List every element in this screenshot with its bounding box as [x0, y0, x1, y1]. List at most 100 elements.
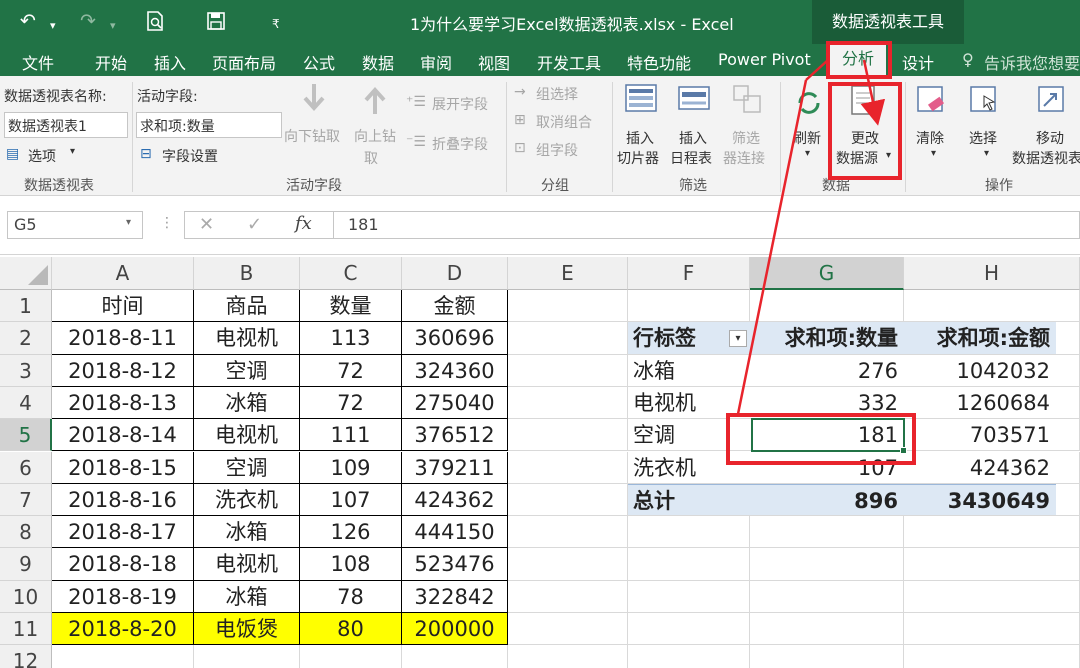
source-header-cell[interactable]: 金额	[402, 290, 508, 323]
pivot-header-cell[interactable]: 求和项:金额	[904, 322, 1056, 355]
pivot-data-cell[interactable]: 181	[750, 419, 904, 452]
source-data-cell[interactable]: 126	[300, 516, 402, 549]
grid-cell[interactable]	[750, 580, 904, 613]
grid-cell[interactable]	[508, 451, 628, 484]
source-data-cell[interactable]: 360696	[402, 322, 508, 355]
group-field-button[interactable]: 组字段	[536, 140, 578, 160]
pivot-data-cell[interactable]: 276	[750, 354, 904, 387]
grid-cell[interactable]	[300, 645, 402, 668]
grid-cell[interactable]	[508, 580, 628, 613]
source-data-cell[interactable]: 2018-8-20	[52, 613, 194, 646]
pivot-data-cell[interactable]: 电视机	[628, 386, 750, 420]
column-header[interactable]: A	[52, 257, 194, 290]
change-data-source-button[interactable]: 更改	[851, 128, 879, 148]
options-button[interactable]: 选项	[28, 146, 56, 166]
source-data-cell[interactable]: 电饭煲	[194, 613, 300, 646]
save-icon[interactable]	[206, 11, 226, 31]
source-data-cell[interactable]: 洗衣机	[194, 483, 300, 517]
grid-cell[interactable]	[628, 613, 750, 646]
source-data-cell[interactable]: 200000	[402, 613, 508, 646]
source-data-cell[interactable]: 2018-8-15	[52, 451, 194, 484]
row-header[interactable]: 3	[0, 354, 52, 387]
source-data-cell[interactable]: 空调	[194, 354, 300, 387]
select-button[interactable]: 选择	[969, 128, 997, 148]
redo-dropdown-icon[interactable]: ▾	[110, 14, 116, 38]
name-box[interactable]: G5	[7, 211, 143, 239]
column-header[interactable]: C	[300, 257, 402, 290]
grid-cell[interactable]	[750, 613, 904, 646]
row-header[interactable]: 5	[0, 419, 52, 452]
grid-cell[interactable]	[904, 580, 1080, 613]
source-data-cell[interactable]: 275040	[402, 386, 508, 420]
pivot-data-cell[interactable]: 332	[750, 386, 904, 420]
grid-cell[interactable]	[904, 290, 1080, 323]
grid-cell[interactable]	[508, 386, 628, 420]
pivot-data-cell[interactable]: 424362	[904, 451, 1056, 484]
refresh-dropdown-icon[interactable]: ▾	[805, 148, 810, 159]
grid-cell[interactable]	[508, 419, 628, 452]
source-header-cell[interactable]: 商品	[194, 290, 300, 323]
source-data-cell[interactable]: 2018-8-19	[52, 580, 194, 613]
source-data-cell[interactable]: 113	[300, 322, 402, 355]
source-data-cell[interactable]: 424362	[402, 483, 508, 517]
column-header[interactable]: B	[194, 257, 300, 290]
timeline-icon[interactable]	[677, 82, 711, 116]
row-header[interactable]: 10	[0, 580, 52, 613]
move-pivottable-icon[interactable]	[1036, 84, 1070, 118]
select-icon[interactable]	[968, 84, 1002, 118]
grid-cell[interactable]	[508, 645, 628, 668]
select-dropdown-icon[interactable]: ▾	[984, 148, 989, 159]
tab-special[interactable]: 特色功能	[627, 50, 691, 74]
formula-input[interactable]: 181	[334, 211, 1080, 239]
group-field-icon[interactable]: ⊡	[514, 140, 526, 156]
column-header[interactable]: E	[508, 257, 628, 290]
move-pivottable-button[interactable]: 移动	[1036, 128, 1064, 148]
source-data-cell[interactable]: 78	[300, 580, 402, 613]
tab-review[interactable]: 审阅	[420, 50, 452, 74]
source-data-cell[interactable]: 322842	[402, 580, 508, 613]
grid-cell[interactable]	[508, 516, 628, 549]
grid-cell[interactable]	[52, 645, 194, 668]
tab-analyze[interactable]: 分析	[830, 44, 886, 76]
grid-cell[interactable]	[508, 290, 628, 323]
pivot-data-cell[interactable]: 1042032	[904, 354, 1056, 387]
slicer-icon[interactable]	[624, 82, 658, 116]
field-settings-icon[interactable]: ⊟	[140, 146, 152, 162]
grid-cell[interactable]	[628, 580, 750, 613]
row-header[interactable]: 7	[0, 483, 52, 517]
tab-view[interactable]: 视图	[478, 50, 510, 74]
pivot-total-cell[interactable]: 总计	[628, 483, 750, 517]
source-data-cell[interactable]: 324360	[402, 354, 508, 387]
grid-cell[interactable]	[402, 645, 508, 668]
pivot-total-cell[interactable]: 3430649	[904, 483, 1056, 517]
row-header[interactable]: 9	[0, 548, 52, 581]
select-all-icon[interactable]	[28, 265, 48, 285]
clear-icon[interactable]	[915, 84, 949, 118]
collapse-field-button[interactable]: 折叠字段	[432, 134, 488, 154]
name-box-dropdown-icon[interactable]: ▾	[126, 217, 131, 228]
grid-cell[interactable]	[628, 548, 750, 581]
tell-me-box[interactable]: 告诉我您想要	[984, 50, 1080, 74]
print-preview-icon[interactable]	[145, 10, 165, 32]
source-data-cell[interactable]: 2018-8-13	[52, 386, 194, 420]
tab-design[interactable]: 设计	[902, 50, 934, 74]
grid-cell[interactable]	[750, 548, 904, 581]
source-data-cell[interactable]: 111	[300, 419, 402, 452]
expand-field-button[interactable]: 展开字段	[432, 94, 488, 114]
tab-formulas[interactable]: 公式	[303, 50, 335, 74]
worksheet-grid[interactable]: A B C D E F G H 1 2 3 4 5 6 7 8 9 10 11 12 时间 商品 数量 金额 2018-8-11…	[0, 257, 1080, 668]
grid-cell[interactable]	[508, 322, 628, 355]
insert-slicer-button[interactable]: 插入	[626, 128, 654, 148]
grid-cell[interactable]	[904, 548, 1080, 581]
insert-function-icon[interactable]: fx	[295, 213, 312, 234]
pivot-header-cell[interactable]: 求和项:数量	[750, 322, 904, 355]
row-header[interactable]: 1	[0, 290, 52, 323]
row-labels-filter-dropdown-icon[interactable]: ▾	[729, 330, 747, 348]
tab-developer[interactable]: 开发工具	[537, 50, 601, 74]
tab-data[interactable]: 数据	[362, 50, 394, 74]
grid-cell[interactable]	[508, 483, 628, 517]
source-data-cell[interactable]: 108	[300, 548, 402, 581]
grid-cell[interactable]	[628, 290, 750, 323]
ungroup-icon[interactable]: ⊞	[514, 112, 526, 128]
source-data-cell[interactable]: 107	[300, 483, 402, 517]
